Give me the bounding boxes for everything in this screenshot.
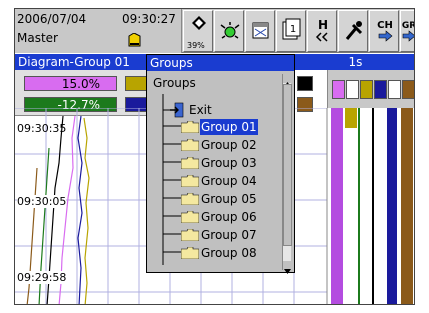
memory-card-icon [128,33,141,47]
groups-tree: Groups Exit Group 01 Group 02 Group 03 G… [151,74,282,270]
bar-ch4 [387,108,397,304]
trend-line-ch4 [77,115,83,304]
memory-percent: 39% [187,41,205,50]
folder-icon [181,139,199,151]
alarm-icon [220,22,240,39]
scroll-thumb[interactable] [283,84,292,246]
scroll-up-button[interactable] [283,74,292,87]
channel-3-swatch [125,76,147,91]
calendar-icon [252,22,269,39]
folder-icon [181,247,199,259]
bar-ch1 [331,108,343,304]
trend-line-ch3 [83,117,90,304]
group-label: Group 04 [201,174,257,188]
folder-icon [181,193,199,205]
bargraph [326,108,414,304]
recorder-screen: 2006/07/04 09:30:27 Master 39% 1 H CH GR… [14,8,415,305]
scroll-down-button[interactable] [283,261,292,274]
recorder-frame: 2006/07/04 09:30:27 Master 39% 1 H CH GR… [0,0,429,313]
bar-ch6 [401,108,413,304]
channel-5-swatch [297,76,313,91]
arrow-down-icon [284,269,291,274]
status-date: 2006/07/04 [17,12,87,26]
bar-chip-5 [388,80,401,99]
display-switch-button[interactable]: 39% [183,10,213,52]
group-label: GR [402,21,415,31]
history-icon: H [315,18,328,42]
screen-number-label: 1 [290,24,296,35]
alarm-button[interactable] [214,10,244,52]
bar-chip-3 [360,80,373,99]
exit-label: Exit [189,103,212,117]
folder-icon [181,121,199,133]
trend-line-ch6 [26,167,38,304]
group-button[interactable]: GR [400,10,415,52]
channel-1-value: 15.0% [24,76,117,91]
screen-number-icon: 1 [282,18,301,40]
group-icon: GR [402,21,415,42]
group-label: Group 02 [201,138,257,152]
channel-label: CH [377,20,393,31]
folder-icon [181,175,199,187]
channel-icon: CH [377,20,393,42]
group-label: Group 06 [201,210,257,224]
popup-scrollbar[interactable] [282,74,292,274]
trend-time-2: 09:30:05 [17,195,67,208]
toolbar: 2006/07/04 09:30:27 Master 39% 1 H CH GR [15,9,415,53]
trend-time-3: 09:29:58 [17,271,67,284]
exit-icon [170,102,184,118]
group-label: Group 01 [200,119,258,135]
bar-chip-4 [374,80,387,99]
group-label: Group 05 [201,192,257,206]
group-label: Group 07 [201,228,257,242]
calendar-button[interactable] [245,10,275,52]
group-label: Group 03 [201,156,257,170]
history-label: H [318,18,328,32]
folder-icon [181,229,199,241]
bar-ch3 [345,108,357,128]
bar-chip-6 [402,80,414,99]
tools-button[interactable] [338,10,368,52]
folder-icon [181,157,199,169]
interval-label: 1s [295,54,414,70]
tools-icon [345,21,363,40]
group-title: Diagram-Group 01 [15,54,146,70]
group-label: Group 08 [201,246,257,260]
channel-button[interactable]: CH [369,10,399,52]
history-button[interactable]: H [307,10,337,52]
status-time: 09:30:27 [122,12,176,26]
bar-chip-2 [346,80,359,99]
bar-chip-1 [332,80,345,99]
status-panel: 2006/07/04 09:30:27 Master [15,9,182,53]
groups-popup: Groups Groups Exit Group 01 Group 02 Gro… [146,54,295,274]
popup-title: Groups [147,55,294,71]
trend-time-1: 09:30:35 [17,122,67,135]
status-user: Master [17,31,58,45]
folder-icon [181,211,199,223]
bargraph-header [327,70,414,108]
screen-number-button[interactable]: 1 [276,10,306,52]
